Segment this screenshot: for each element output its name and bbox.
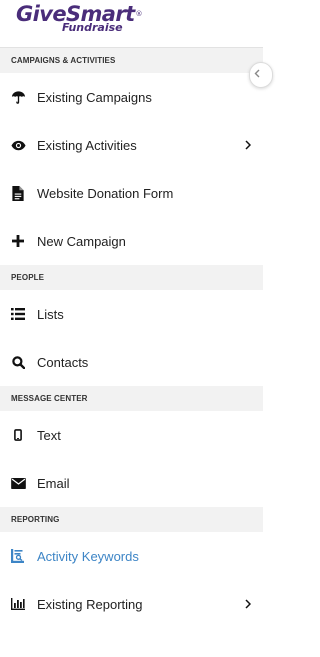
bar-chart-icon <box>10 596 26 612</box>
collapse-sidebar-button[interactable] <box>249 62 273 88</box>
eye-icon <box>10 137 26 153</box>
sidebar-item-label: Contacts <box>37 354 89 370</box>
sidebar-item-label: New Campaign <box>37 233 126 249</box>
sidebar-item-website-donation-form[interactable]: Website Donation Form <box>0 169 263 217</box>
umbrella-icon <box>10 89 26 105</box>
search-icon <box>10 354 26 370</box>
sidebar-item-existing-reporting[interactable]: Existing Reporting <box>0 580 263 628</box>
sidebar-item-activity-keywords[interactable]: Activity Keywords <box>0 532 263 580</box>
list-icon <box>10 306 26 322</box>
section-header-campaigns: CAMPAIGNS & ACTIVITIES <box>0 48 263 73</box>
sidebar-item-existing-campaigns[interactable]: Existing Campaigns <box>0 73 263 121</box>
sidebar-item-label: Activity Keywords <box>37 548 139 564</box>
sidebar-item-label: Existing Reporting <box>37 596 143 612</box>
keyword-report-icon <box>10 548 26 564</box>
mobile-icon <box>10 427 26 443</box>
sidebar-item-contacts[interactable]: Contacts <box>0 338 263 386</box>
chevron-right-icon <box>243 598 253 610</box>
sidebar-item-existing-activities[interactable]: Existing Activities <box>0 121 263 169</box>
chevron-left-icon <box>254 69 260 81</box>
sidebar-item-label: Email <box>37 475 70 491</box>
document-icon <box>10 185 26 201</box>
sidebar-item-label: Website Donation Form <box>37 185 174 201</box>
section-header-people: PEOPLE <box>0 265 263 290</box>
sidebar-item-lists[interactable]: Lists <box>0 290 263 338</box>
sidebar-item-label: Existing Campaigns <box>37 89 152 105</box>
registered-mark: ® <box>135 10 143 18</box>
sidebar-item-label: Existing Activities <box>37 137 137 153</box>
sidebar-item-email[interactable]: Email <box>0 459 263 507</box>
section-header-message-center: MESSAGE CENTER <box>0 386 263 411</box>
brand-logo[interactable]: GiveSmart® Fundraise <box>0 0 263 48</box>
sidebar-item-label: Lists <box>37 306 64 322</box>
envelope-icon <box>10 475 26 491</box>
sidebar-item-label: Text <box>37 427 61 443</box>
section-header-reporting: REPORTING <box>0 507 263 532</box>
plus-icon <box>10 233 26 249</box>
brand-subtitle: Fundraise <box>62 21 123 34</box>
chevron-right-icon <box>243 139 253 151</box>
sidebar-item-new-campaign[interactable]: New Campaign <box>0 217 263 265</box>
sidebar-nav: CAMPAIGNS & ACTIVITIES Existing Campaign… <box>0 48 263 628</box>
sidebar-item-text[interactable]: Text <box>0 411 263 459</box>
